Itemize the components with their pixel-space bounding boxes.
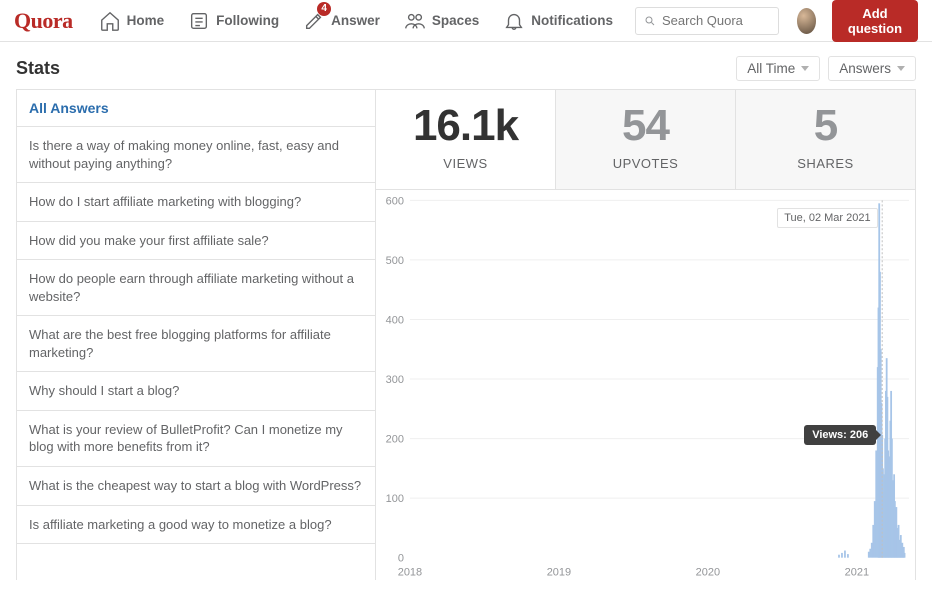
svg-text:300: 300: [386, 374, 404, 386]
search-icon: [644, 14, 656, 28]
nav-following[interactable]: Following: [178, 0, 289, 42]
nav-label: Spaces: [432, 13, 479, 28]
nav-label: Answer: [331, 13, 380, 28]
search-box[interactable]: [635, 7, 779, 35]
bell-icon: [503, 10, 525, 32]
sidebar-item[interactable]: What is the cheapest way to start a blog…: [17, 467, 375, 506]
svg-text:2020: 2020: [696, 567, 720, 579]
svg-text:500: 500: [386, 255, 404, 267]
nav-label: Home: [127, 13, 165, 28]
svg-text:400: 400: [386, 314, 404, 326]
metric-shares[interactable]: 5 SHARES: [736, 90, 915, 190]
nav-spaces[interactable]: Spaces: [394, 0, 489, 42]
nav-home[interactable]: Home: [89, 0, 175, 42]
main-panel: 16.1k VIEWS 54 UPVOTES 5 SHARES 0 100 200 3…: [376, 90, 916, 580]
page-title: Stats: [16, 58, 60, 79]
metric-value: 54: [564, 104, 727, 148]
quora-logo[interactable]: Quora: [14, 8, 73, 34]
chevron-down-icon: [897, 66, 905, 71]
metric-label: UPVOTES: [564, 156, 727, 171]
add-question-button[interactable]: Add question: [832, 0, 918, 42]
page-header: Stats All Time Answers: [16, 56, 916, 81]
views-chart[interactable]: 0 100 200 300 400 500 600 2018 2019 2020 2021 Tue,…: [376, 190, 915, 580]
sidebar-item[interactable]: Is affiliate marketing a good way to mon…: [17, 506, 375, 545]
metric-upvotes[interactable]: 54 UPVOTES: [556, 90, 736, 190]
svg-text:200: 200: [386, 434, 404, 446]
sidebar-header[interactable]: All Answers: [17, 90, 375, 127]
sidebar-item[interactable]: How do people earn through affiliate mar…: [17, 260, 375, 316]
metric-value: 16.1k: [384, 104, 547, 148]
nav-notifications[interactable]: Notifications: [493, 0, 623, 42]
sidebar-item[interactable]: How do I start affiliate marketing with …: [17, 183, 375, 222]
filter-label: All Time: [747, 61, 795, 76]
sidebar-item[interactable]: Why should I start a blog?: [17, 372, 375, 411]
sidebar-item[interactable]: What is your review of BulletProfit? Can…: [17, 411, 375, 467]
topbar: Quora Home Following 4 Answer Spaces Not…: [0, 0, 932, 42]
following-icon: [188, 10, 210, 32]
svg-text:0: 0: [398, 553, 404, 565]
metric-views[interactable]: 16.1k VIEWS: [376, 90, 556, 190]
svg-text:2018: 2018: [398, 567, 422, 579]
tooltip-date: Tue, 02 Mar 2021: [777, 208, 877, 228]
metric-label: SHARES: [744, 156, 907, 171]
chevron-down-icon: [801, 66, 809, 71]
type-filter[interactable]: Answers: [828, 56, 916, 81]
avatar[interactable]: [797, 8, 816, 34]
svg-text:2019: 2019: [547, 567, 571, 579]
metric-label: VIEWS: [384, 156, 547, 171]
nav-answer[interactable]: 4 Answer: [293, 0, 390, 42]
sidebar-item[interactable]: Is there a way of making money online, f…: [17, 127, 375, 183]
metric-value: 5: [744, 104, 907, 148]
spaces-icon: [404, 10, 426, 32]
answers-sidebar: All Answers Is there a way of making mon…: [16, 90, 376, 580]
time-filter[interactable]: All Time: [736, 56, 820, 81]
filter-label: Answers: [839, 61, 891, 76]
svg-text:100: 100: [386, 493, 404, 505]
tooltip-views: Views: 206: [804, 425, 876, 445]
svg-text:600: 600: [386, 195, 404, 207]
sidebar-item[interactable]: What are the best free blogging platform…: [17, 316, 375, 372]
nav-label: Following: [216, 13, 279, 28]
svg-text:2021: 2021: [845, 567, 869, 579]
answer-badge: 4: [317, 2, 331, 16]
sidebar-item[interactable]: How did you make your first affiliate sa…: [17, 222, 375, 261]
nav-label: Notifications: [531, 13, 613, 28]
home-icon: [99, 10, 121, 32]
search-input[interactable]: [662, 13, 770, 28]
